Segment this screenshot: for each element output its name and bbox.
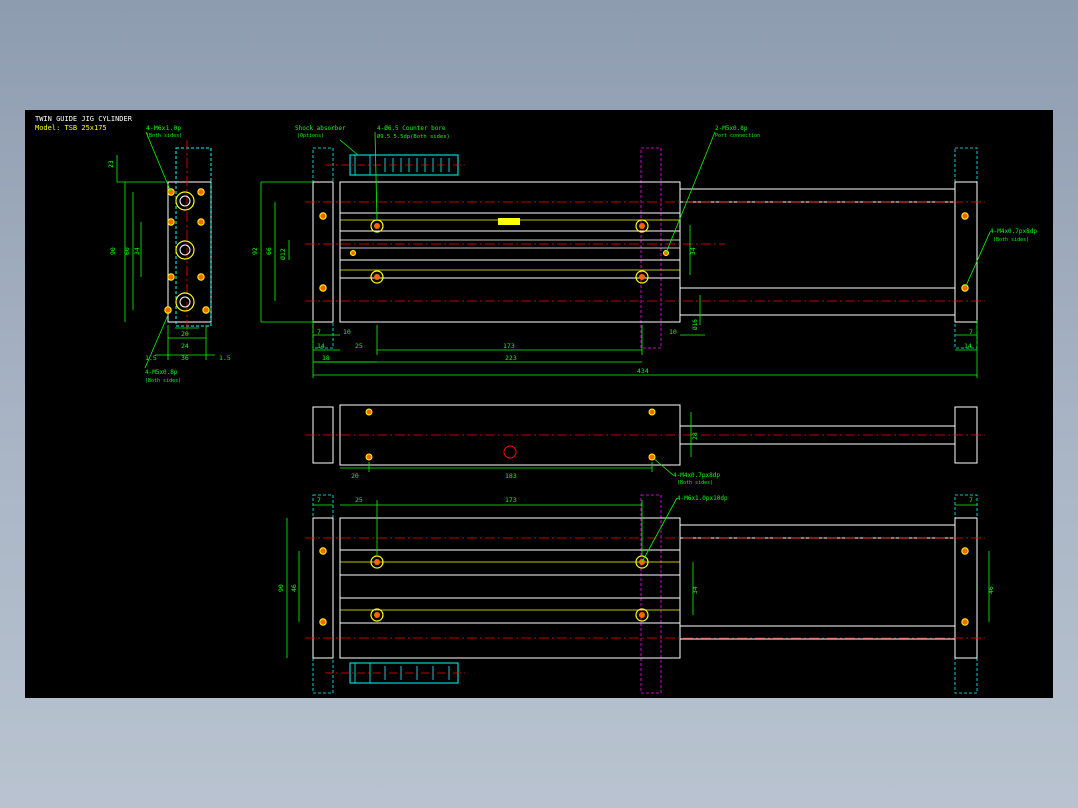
bottom-body: [339, 517, 681, 659]
dim-92: 92: [251, 247, 259, 255]
bottom-shock-absorber-icon: [325, 662, 465, 684]
callout-counterbore-sub: Ø9.5 5.5dp(Both sides): [377, 133, 450, 140]
callout-shock-sub: (Options): [297, 133, 324, 139]
dim-34-bottom: 34: [691, 586, 699, 594]
side-dimension-lines: [340, 412, 692, 476]
dim-20-side: 20: [351, 472, 359, 480]
title-line-2: Model: TSB 25x175: [35, 124, 107, 132]
end-view-large-holes: [175, 191, 195, 312]
cad-drawing: TWIN GUIDE JIG CYLINDER Model: TSB 25x17…: [35, 115, 1037, 694]
dim-7-bottom-left: 7: [317, 496, 321, 504]
nameplate: [498, 218, 520, 225]
callout-port-sub: Port connection: [715, 133, 760, 139]
shock-absorber-icon: [325, 154, 465, 176]
callout-m6-sub: (Both sides): [146, 133, 182, 139]
title-line-1: TWIN GUIDE JIG CYLINDER: [35, 115, 133, 123]
dim-34: 34: [133, 247, 141, 255]
dim-90-bottom: 90: [277, 584, 285, 592]
dim-7-bottom-right: 7: [969, 496, 973, 504]
dim-173: 173: [503, 342, 515, 350]
left-plate-phantom: [312, 147, 334, 349]
dim-25: 25: [355, 342, 363, 350]
dim-223: 223: [505, 354, 517, 362]
dim-25-bottom: 25: [355, 496, 363, 504]
dim-23: 23: [107, 160, 115, 168]
dim-20: 20: [181, 330, 189, 338]
dim-14-left: 14: [317, 342, 325, 350]
callout-counterbore-label: 4-Ø6.5 Counter bore: [377, 125, 446, 132]
dim-1-5-left: 1.5: [145, 354, 157, 362]
dim-24: 24: [181, 342, 189, 350]
callout-mid-sub: (Both sides): [677, 480, 713, 486]
callout-bottom-label: 4-M6x1.0px10dp: [677, 495, 728, 502]
side-view: 28 20 183 4-M4x0.7px8dp (Both sides): [305, 404, 985, 486]
dim-10-left: 10: [343, 328, 351, 336]
side-port: [503, 445, 517, 459]
bottom-right-plate: [954, 517, 978, 659]
dim-34-top: 34: [689, 247, 697, 255]
dim-46-right: 46: [987, 586, 995, 594]
end-view-dimension-lines: [116, 131, 215, 369]
dim-90: 90: [109, 247, 117, 255]
callout-right-plate-label: 4-M4x0.7px8dp: [990, 228, 1037, 235]
dim-7-top: 7: [317, 328, 321, 336]
top-centerlines: [305, 201, 985, 302]
guide-rod-lower: [679, 287, 956, 316]
guide-rod-upper: [679, 188, 956, 203]
dim-434: 434: [637, 367, 649, 375]
dim-dia-12: Ø12: [279, 248, 287, 260]
callout-shock-label: Shock absorber: [295, 125, 346, 132]
callout-port-label: 2-M5x0.8p: [715, 125, 748, 132]
dim-60: 60: [123, 247, 131, 255]
callout-mid-label: 4-M4x0.7px8dp: [673, 472, 720, 479]
dim-dia-16: Ø16: [692, 319, 699, 330]
bottom-left-plate: [312, 517, 334, 659]
dim-46-bottom: 46: [290, 584, 298, 592]
top-view: 92 66 Ø12 7 10 14 25 173 10 Ø16 34 7 14 …: [251, 125, 1037, 378]
top-guide-slot-2: [339, 259, 681, 279]
cad-drawing-sheet: TWIN GUIDE JIG CYLINDER Model: TSB 25x17…: [25, 110, 1053, 698]
right-plate-phantom: [954, 147, 978, 349]
dim-1-5-right: 1.5: [219, 354, 231, 362]
dim-7-right: 7: [969, 328, 973, 336]
dim-28: 28: [691, 432, 699, 440]
dim-14-right: 14: [964, 342, 972, 350]
callout-m5-sub: (Both sides): [145, 378, 181, 384]
top-holes: [319, 212, 969, 292]
callout-m5-label: 4-M5x0.8p: [145, 369, 178, 376]
bottom-view: 7 25 173 7 90 46 34 46 4-M6x1.0px10dp: [277, 494, 995, 694]
dim-173-bottom: 173: [505, 496, 517, 504]
callout-right-plate-sub: (Both sides): [993, 237, 1029, 243]
dim-18: 18: [322, 354, 330, 362]
dim-183: 183: [505, 472, 517, 480]
dim-10-right: 10: [669, 328, 677, 336]
bottom-dimension-lines: [286, 497, 990, 658]
end-view: 23 90 60 34 20 24 36 1.5 1.5 4-M6x1.0p (…: [107, 124, 231, 384]
dim-66: 66: [265, 247, 273, 255]
dim-36: 36: [181, 354, 189, 362]
callout-m6-label: 4-M6x1.0p: [146, 124, 181, 132]
